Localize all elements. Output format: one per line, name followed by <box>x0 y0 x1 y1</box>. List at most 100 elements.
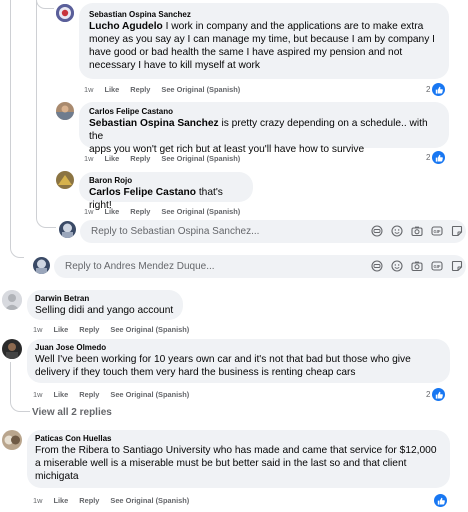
avatar[interactable] <box>2 290 22 310</box>
reaction-number: 2 <box>426 153 431 162</box>
like-button[interactable]: Like <box>53 325 68 334</box>
see-original-button[interactable]: See Original (Spanish) <box>161 154 240 163</box>
avatar[interactable] <box>2 339 22 359</box>
see-original-button[interactable]: See Original (Spanish) <box>110 496 189 505</box>
comment-author[interactable]: Carlos Felipe Castano <box>89 107 439 116</box>
comment-actions: 1w Like Reply See Original (Spanish) <box>84 207 240 216</box>
reaction-count[interactable]: 2 <box>426 388 446 401</box>
like-icon <box>432 388 446 401</box>
svg-text:GIF: GIF <box>434 229 441 234</box>
reply-button[interactable]: Reply <box>130 154 150 163</box>
emoji-icon[interactable] <box>391 225 403 237</box>
avatar[interactable] <box>59 221 76 238</box>
sticker-icon[interactable] <box>451 260 463 272</box>
mention-link[interactable]: Carlos Felipe Castano <box>89 187 196 198</box>
emoji-icon[interactable] <box>391 260 403 272</box>
avatar[interactable] <box>56 4 74 22</box>
comment-line: I work in company and the applications a… <box>162 21 424 32</box>
timestamp[interactable]: 1w <box>33 325 42 334</box>
sticker-icon[interactable] <box>451 225 463 237</box>
avatar-icon <box>56 102 74 120</box>
comment-text: Lucho Agudelo I work in company and the … <box>89 20 439 72</box>
comment-author[interactable]: Darwin Betran <box>35 294 175 303</box>
avatar-icon <box>59 221 76 238</box>
timestamp[interactable]: 1w <box>84 85 93 94</box>
avatar[interactable] <box>2 430 22 450</box>
timestamp[interactable]: 1w <box>33 390 42 399</box>
avatar[interactable] <box>33 257 50 274</box>
comment-text: Selling didi and yango account <box>35 304 175 317</box>
comment-bubble: Darwin Betran Selling didi and yango acc… <box>27 290 183 320</box>
comment-line: delivery if they touch them very hard th… <box>35 367 356 378</box>
see-original-button[interactable]: See Original (Spanish) <box>110 325 189 334</box>
avatar-icon <box>56 171 74 189</box>
reply-button[interactable]: Reply <box>79 496 99 505</box>
timestamp[interactable]: 1w <box>84 207 93 216</box>
gif-badge-icon[interactable]: GIF <box>431 225 443 237</box>
like-icon <box>432 83 446 96</box>
avatar-icon <box>2 339 22 359</box>
comment-line: From the Ribera to Santiago University w… <box>35 445 437 456</box>
avatar[interactable] <box>56 171 74 189</box>
reply-button[interactable]: Reply <box>130 85 150 94</box>
reaction-count[interactable]: 2 <box>426 151 446 164</box>
reply-toolbar: GIF <box>371 260 463 272</box>
avatar[interactable] <box>56 102 74 120</box>
comment-author[interactable]: Baron Rojo <box>89 176 243 185</box>
like-button[interactable]: Like <box>104 207 119 216</box>
gif-badge-icon[interactable]: GIF <box>431 260 443 272</box>
like-button[interactable]: Like <box>104 154 119 163</box>
avatar-icon <box>2 290 22 310</box>
comment-actions: 1w Like Reply See Original (Spanish) <box>33 325 189 334</box>
avatar-icon <box>56 4 74 22</box>
thread-line-outer-curve <box>10 236 24 258</box>
comment-line: a miserable well is a miserable must be … <box>35 458 407 469</box>
avatar-icon <box>2 430 22 450</box>
mention-link[interactable]: Sebastian Ospina Sanchez <box>89 118 219 129</box>
comment-author[interactable]: Juan Jose Olmedo <box>35 343 442 352</box>
reply-button[interactable]: Reply <box>130 207 150 216</box>
gif-icon[interactable] <box>371 260 383 272</box>
reply-placeholder: Reply to Sebastian Ospina Sanchez... <box>91 226 260 237</box>
like-button[interactable]: Like <box>104 85 119 94</box>
reply-button[interactable]: Reply <box>79 390 99 399</box>
comment-text: Sebastian Ospina Sanchez is pretty crazy… <box>89 117 439 156</box>
comment-text: From the Ribera to Santiago University w… <box>35 444 442 483</box>
mention-link[interactable]: Lucho Agudelo <box>89 21 163 32</box>
see-original-button[interactable]: See Original (Spanish) <box>161 207 240 216</box>
timestamp[interactable]: 1w <box>33 496 42 505</box>
avatar-icon <box>33 257 50 274</box>
like-button[interactable]: Like <box>53 390 68 399</box>
reaction-count[interactable] <box>434 494 447 507</box>
comment-line: Selling didi and yango account <box>35 305 174 316</box>
comment-line: michigata <box>35 471 79 482</box>
comment-actions: 1w Like Reply See Original (Spanish) <box>84 154 240 163</box>
timestamp[interactable]: 1w <box>84 154 93 163</box>
svg-text:GIF: GIF <box>434 264 441 269</box>
reply-button[interactable]: Reply <box>79 325 99 334</box>
view-replies-link[interactable]: View all 2 replies <box>32 407 112 418</box>
like-button[interactable]: Like <box>53 496 68 505</box>
comment-author[interactable]: Paticas Con Huellas <box>35 434 442 443</box>
see-original-button[interactable]: See Original (Spanish) <box>110 390 189 399</box>
comment-actions: 1w Like Reply See Original (Spanish) <box>33 390 189 399</box>
see-original-button[interactable]: See Original (Spanish) <box>161 85 240 94</box>
reply-placeholder: Reply to Andres Mendez Duque... <box>65 261 215 272</box>
reaction-count[interactable]: 2 <box>426 83 446 96</box>
camera-icon[interactable] <box>411 225 423 237</box>
comment-line: money as you say ay I can manage my time… <box>89 34 435 45</box>
comment-bubble: Carlos Felipe Castano Sebastian Ospina S… <box>79 102 449 155</box>
comment-actions: 1w Like Reply See Original (Spanish) <box>84 85 240 94</box>
gif-icon[interactable] <box>371 225 383 237</box>
camera-icon[interactable] <box>411 260 423 272</box>
comment-actions: 1w Like Reply See Original (Spanish) <box>33 496 189 505</box>
comment-text: Well I've been working for 10 years own … <box>35 353 442 379</box>
comment-bubble: Sebastian Ospina Sanchez Lucho Agudelo I… <box>79 3 449 79</box>
comment-author[interactable]: Sebastian Ospina Sanchez <box>89 10 439 19</box>
reply-toolbar: GIF <box>371 225 463 237</box>
comment-bubble: Baron Rojo Carlos Felipe Castano that's … <box>79 172 253 211</box>
like-icon <box>432 151 446 164</box>
reaction-number: 2 <box>426 85 431 94</box>
comment-line: Well I've been working for 10 years own … <box>35 354 411 365</box>
comment-line: necessary I have to kill myself at work <box>89 60 260 71</box>
